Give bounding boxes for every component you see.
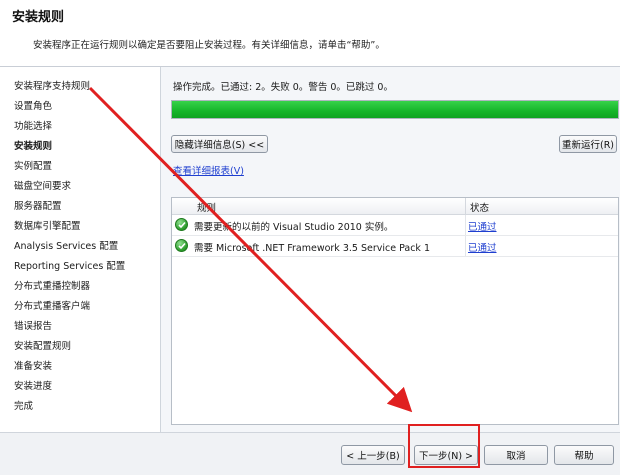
red-arrow-icon [88, 86, 413, 413]
